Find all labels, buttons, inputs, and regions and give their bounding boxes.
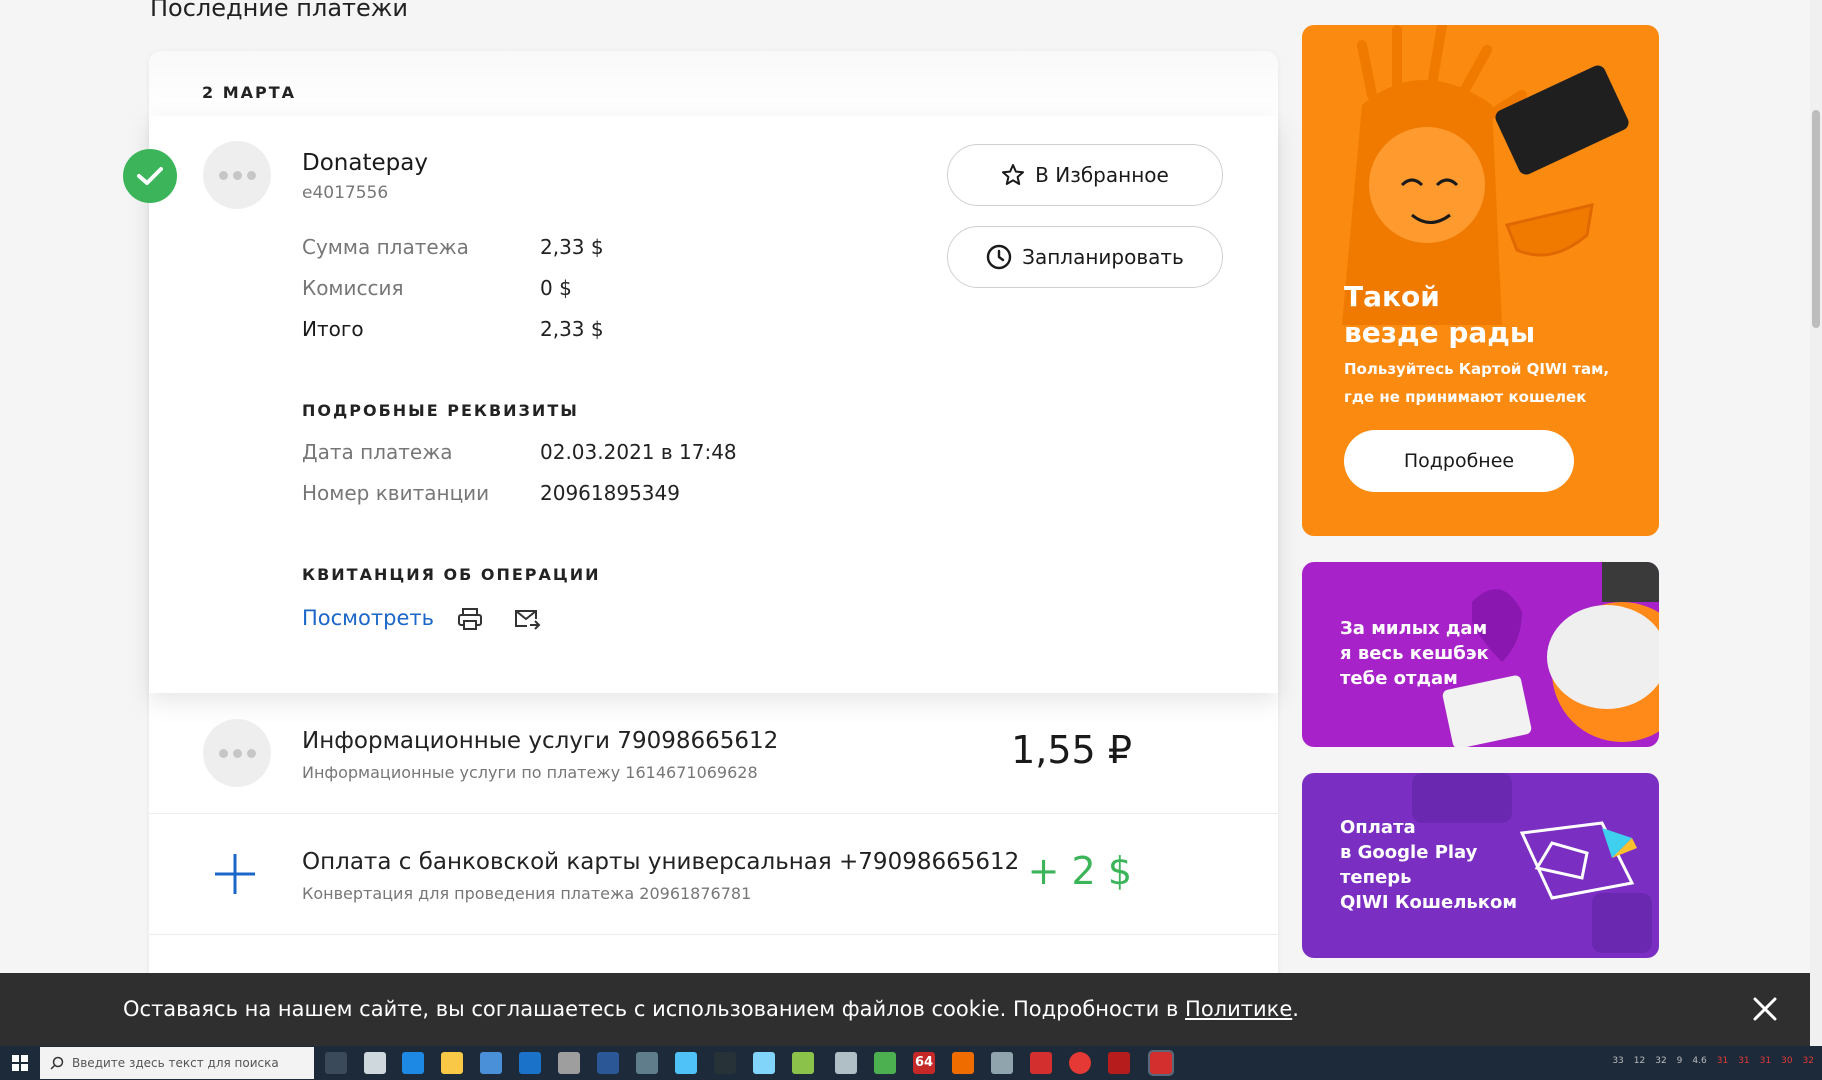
merchant-avatar (203, 141, 271, 209)
payment-date-value: 02.03.2021 в 17:48 (540, 440, 737, 464)
payment-amount: 1,55 ₽ (1011, 728, 1132, 772)
merchant-name: Donatepay (302, 150, 428, 176)
amount-value: 2,33 $ (540, 235, 604, 259)
payment-subtitle: Информационные услуги по платежу 1614671… (302, 763, 758, 782)
page-title: Последние платежи (150, 0, 409, 22)
date-header-bar (149, 51, 1278, 116)
scrollbar-thumb[interactable] (1812, 110, 1820, 328)
powershell-icon[interactable] (597, 1052, 619, 1074)
edge-icon[interactable] (402, 1052, 424, 1074)
tray-value: 32 (1802, 1056, 1814, 1066)
app-icon[interactable] (1108, 1052, 1130, 1074)
schedule-button[interactable]: Запланировать (947, 226, 1223, 288)
search-placeholder: Введите здесь текст для поиска (72, 1056, 279, 1070)
tray-value: 31 (1738, 1056, 1750, 1066)
email-forward-icon[interactable] (512, 604, 542, 634)
clock-icon (986, 244, 1012, 270)
cookie-text: Оставаясь на нашем сайте, вы соглашаетес… (123, 997, 1299, 1021)
yandex-icon[interactable] (1069, 1052, 1091, 1074)
cookie-period: . (1292, 997, 1299, 1021)
windows-start-icon[interactable] (0, 1046, 40, 1080)
aida64-icon[interactable]: 64 (913, 1052, 935, 1074)
payment-title[interactable]: Оплата с банковской карты универсальная … (302, 849, 1019, 875)
details-title: ПОДРОБНЫЕ РЕКВИЗИТЫ (302, 401, 579, 420)
commission-value: 0 $ (540, 276, 572, 300)
tray-value: 33 (1612, 1056, 1624, 1066)
amount-label: Сумма платежа (302, 235, 469, 259)
receipt-number-label: Номер квитанции (302, 481, 490, 505)
banner-title: Такой везде рады (1344, 280, 1536, 349)
receipt-title: КВИТАНЦИЯ ОБ ОПЕРАЦИИ (302, 565, 601, 584)
settings-icon[interactable] (558, 1052, 580, 1074)
payment-amount: + 2 $ (1027, 849, 1132, 893)
search-icon (50, 1056, 64, 1070)
mail-icon[interactable] (519, 1052, 541, 1074)
task-view-icon[interactable] (325, 1052, 347, 1074)
date-header: 2 МАРТА (202, 83, 297, 102)
policy-link[interactable]: Политике (1185, 997, 1292, 1021)
banner-subtitle: Пользуйтесь Картой QIWI там, где не прин… (1344, 360, 1610, 406)
file-explorer-icon[interactable] (441, 1052, 463, 1074)
divider (149, 813, 1278, 814)
plus-icon (213, 852, 257, 896)
tray-value: 12 (1633, 1056, 1646, 1066)
payment-title[interactable]: Информационные услуги 79098665612 (302, 728, 778, 754)
app-icon[interactable] (675, 1052, 697, 1074)
taskbar: Введите здесь текст для поиска 64 33 12 … (0, 1046, 1822, 1080)
tray-value: 9 (1676, 1056, 1683, 1066)
tray-value: 31 (1716, 1056, 1729, 1066)
app-icon[interactable] (835, 1052, 857, 1074)
cookie-banner: Оставаясь на нашем сайте, вы соглашаетес… (0, 973, 1810, 1046)
app-icon[interactable] (753, 1052, 775, 1074)
google-play-banner[interactable]: Оплата в Google Play теперь QIWI Кошельк… (1302, 773, 1659, 958)
success-check-icon (123, 149, 177, 203)
cashback-banner[interactable]: За милых дам я весь кешбэк тебе отдам (1302, 562, 1659, 747)
commission-label: Комиссия (302, 276, 404, 300)
schedule-label: Запланировать (1022, 245, 1184, 269)
vivaldi-icon[interactable] (1030, 1052, 1052, 1074)
terminal-icon[interactable] (714, 1052, 736, 1074)
add-favorite-button[interactable]: В Избранное (947, 144, 1223, 206)
app-icon[interactable] (952, 1052, 974, 1074)
merchant-id: e4017556 (302, 183, 389, 203)
qiwi-card-banner[interactable]: Такой везде рады Пользуйтесь Картой QIWI… (1302, 25, 1659, 536)
tray-value: 31 (1759, 1056, 1772, 1066)
banner-text: Оплата в Google Play теперь QIWI Кошельк… (1340, 817, 1518, 913)
print-icon[interactable] (455, 604, 485, 634)
app-icon[interactable] (364, 1052, 386, 1074)
tray-value: 32 (1655, 1056, 1667, 1066)
view-receipt-link[interactable]: Посмотреть (302, 606, 434, 630)
divider (149, 934, 1278, 935)
system-tray[interactable]: 33 12 32 9 4.6 31 31 31 30 32 (1612, 1056, 1814, 1066)
receipt-number-value: 20961895349 (540, 481, 680, 505)
star-icon (1002, 164, 1025, 185)
taskbar-search[interactable]: Введите здесь текст для поиска (40, 1047, 314, 1079)
security-icon[interactable] (636, 1052, 658, 1074)
total-label: Итого (302, 317, 364, 341)
app-icon[interactable] (792, 1052, 814, 1074)
close-icon[interactable] (1749, 993, 1781, 1025)
app-icon[interactable] (991, 1052, 1013, 1074)
cookie-message: Оставаясь на нашем сайте, вы соглашаетес… (123, 997, 1186, 1021)
favorite-label: В Избранное (1035, 163, 1169, 187)
total-value: 2,33 $ (540, 317, 604, 341)
payment-subtitle: Конвертация для проведения платежа 20961… (302, 884, 752, 903)
banner-text: За милых дам я весь кешбэк тебе отдам (1340, 618, 1489, 689)
store-icon[interactable] (480, 1052, 502, 1074)
tray-value: 4.6 (1692, 1056, 1707, 1066)
payment-date-label: Дата платежа (302, 440, 453, 464)
torrent-icon[interactable] (874, 1052, 896, 1074)
vivaldi-active-icon[interactable] (1148, 1050, 1174, 1076)
payment-avatar (203, 719, 271, 787)
more-button[interactable]: Подробнее (1344, 430, 1574, 492)
tray-value: 30 (1781, 1056, 1793, 1066)
